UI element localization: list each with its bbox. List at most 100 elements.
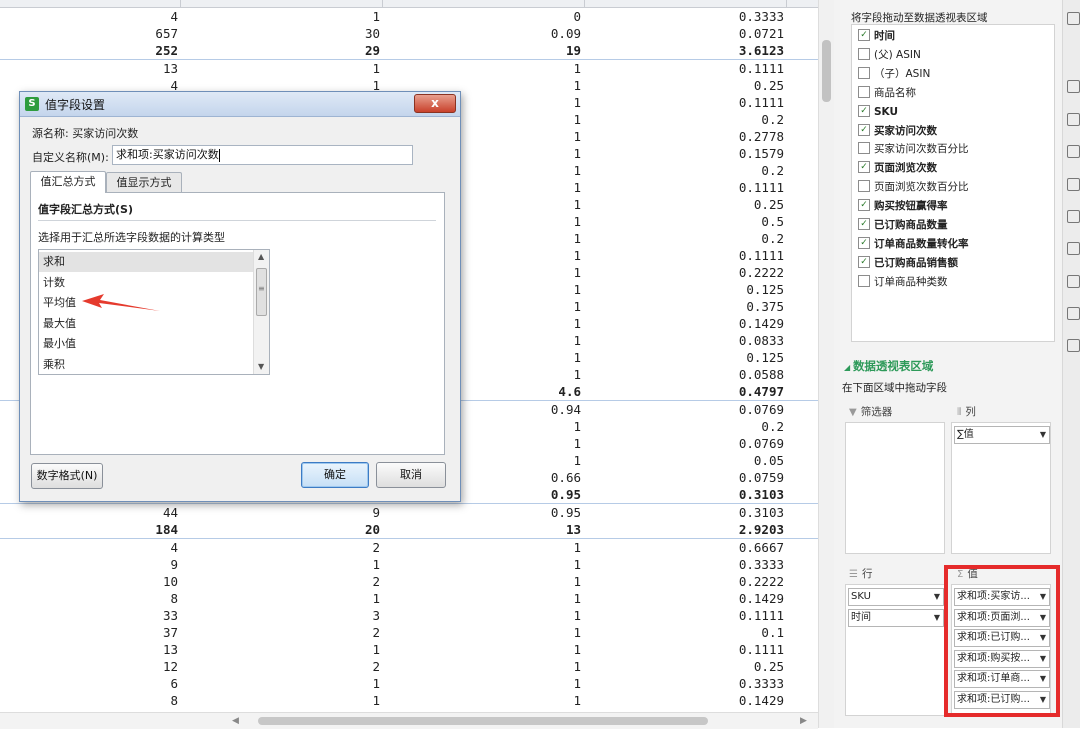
table-cell[interactable]: 0.1111 xyxy=(0,608,784,623)
backup-icon[interactable] xyxy=(1067,307,1080,320)
field-item[interactable]: 订单商品种类数 xyxy=(858,273,948,291)
table-row[interactable]: 252 29 19 3.6123 xyxy=(0,42,818,59)
table-row[interactable]: 8 1 1 0.1429 xyxy=(0,692,818,709)
checkbox-checked-icon[interactable]: ✓ xyxy=(858,104,870,117)
field-item[interactable]: (父) ASIN xyxy=(858,46,921,64)
checkbox-checked-icon[interactable]: ✓ xyxy=(858,236,870,249)
table-cell[interactable]: 0.1111 xyxy=(0,61,784,76)
table-cell[interactable]: 0.0721 xyxy=(0,26,784,41)
pivot-field-icon[interactable] xyxy=(1067,80,1080,93)
table-cell[interactable]: 0.3103 xyxy=(0,505,784,520)
field-item[interactable]: ✓ 购买按钮赢得率 xyxy=(858,197,948,215)
table-cell[interactable]: 0.2222 xyxy=(0,574,784,589)
field-item[interactable]: 商品名称 xyxy=(858,84,916,102)
table-cell[interactable]: 0.25 xyxy=(0,659,784,674)
vertical-scroll-thumb[interactable] xyxy=(822,40,831,102)
checkbox-icon[interactable] xyxy=(858,274,870,287)
list-scrollbar[interactable]: ▲ ≡ ▼ xyxy=(253,250,269,374)
checkbox-icon[interactable] xyxy=(858,47,870,60)
scroll-up-icon[interactable]: ▲ xyxy=(258,252,264,261)
table-cell[interactable]: 0.6667 xyxy=(0,540,784,555)
field-item[interactable]: ✓ 已订购商品销售额 xyxy=(858,254,958,272)
checkbox-icon[interactable] xyxy=(858,66,870,79)
table-row[interactable]: 657 30 0.09 0.0721 xyxy=(0,25,818,42)
table-row[interactable]: 8 1 1 0.1429 xyxy=(0,590,818,607)
checkbox-icon[interactable] xyxy=(858,85,870,98)
table-row[interactable]: 9 1 1 0.3333 xyxy=(0,556,818,573)
dropdown-arrow-icon[interactable]: ▼ xyxy=(934,610,940,626)
edit-icon[interactable] xyxy=(1067,210,1080,223)
format-icon[interactable] xyxy=(1067,113,1080,126)
table-row[interactable]: 37 2 1 0.1 xyxy=(0,624,818,641)
dialog-title-bar[interactable]: S 值字段设置 x xyxy=(20,92,460,117)
list-item[interactable]: 乘积 xyxy=(39,355,255,375)
row-item-sku[interactable]: SKU ▼ xyxy=(848,588,944,606)
column-zone[interactable]: ∑值 ▼ xyxy=(951,422,1051,554)
checkbox-checked-icon[interactable]: ✓ xyxy=(858,255,870,268)
list-item[interactable]: 求和 xyxy=(39,252,255,272)
table-cell[interactable]: 0.3333 xyxy=(0,676,784,691)
table-row[interactable]: 4 1 0 0.3333 xyxy=(0,8,818,25)
table-cell[interactable]: 2.9203 xyxy=(0,522,784,537)
table-cell[interactable]: 0.1111 xyxy=(0,642,784,657)
field-item[interactable]: 页面浏览次数百分比 xyxy=(858,178,969,196)
checkbox-icon[interactable] xyxy=(858,142,870,155)
horizontal-scroll-thumb[interactable] xyxy=(258,717,708,725)
checkbox-icon[interactable] xyxy=(858,180,870,193)
dropdown-arrow-icon[interactable]: ▼ xyxy=(934,589,940,605)
pivot-area-title[interactable]: 数据透视表区域 xyxy=(844,358,934,374)
location-icon[interactable] xyxy=(1067,275,1080,288)
image-icon[interactable] xyxy=(1067,242,1080,255)
window-icon[interactable] xyxy=(1067,178,1080,191)
table-cell[interactable]: 0.1429 xyxy=(0,693,784,708)
list-item[interactable]: 计数 xyxy=(39,273,255,293)
horizontal-scrollbar[interactable]: ◀ ▶ xyxy=(0,712,818,729)
table-cell[interactable]: 0.1429 xyxy=(0,591,784,606)
list-item[interactable]: 最大值 xyxy=(39,314,255,334)
vertical-scrollbar[interactable] xyxy=(818,0,835,728)
table-row[interactable]: 12 2 1 0.25 xyxy=(0,658,818,675)
checkbox-checked-icon[interactable]: ✓ xyxy=(858,218,870,230)
tab-show-values-as[interactable]: 值显示方式 xyxy=(106,172,182,193)
table-row[interactable]: 4 2 1 0.6667 xyxy=(0,538,818,556)
column-item[interactable]: ∑值 ▼ xyxy=(954,426,1050,444)
cancel-button[interactable]: 取消 xyxy=(376,462,446,488)
task-icon[interactable] xyxy=(1067,12,1080,25)
table-cell[interactable]: 0.3333 xyxy=(0,557,784,572)
field-item[interactable]: ✓ 页面浏览次数 xyxy=(858,159,937,177)
field-item[interactable]: ✓ 订单商品数量转化率 xyxy=(858,235,969,253)
row-zone[interactable]: SKU ▼ 时间 ▼ xyxy=(845,584,945,716)
field-item[interactable]: ✓ 买家访问次数 xyxy=(858,122,937,140)
checkbox-checked-icon[interactable]: ✓ xyxy=(858,199,870,212)
number-format-button[interactable]: 数字格式(N) xyxy=(31,463,103,489)
table-row[interactable]: 33 3 1 0.1111 xyxy=(0,607,818,624)
field-item[interactable]: ✓ SKU xyxy=(858,103,898,121)
scroll-right-icon[interactable]: ▶ xyxy=(800,716,807,726)
scroll-left-icon[interactable]: ◀ xyxy=(232,716,239,726)
help-icon[interactable] xyxy=(1067,339,1080,352)
checkbox-checked-icon[interactable]: ✓ xyxy=(858,123,870,136)
table-row[interactable]: 6 1 1 0.3333 xyxy=(0,675,818,692)
calculation-type-list[interactable]: 求和 计数 平均值 最大值 最小值 乘积 ▲ ≡ ▼ xyxy=(38,249,270,375)
checkbox-checked-icon[interactable]: ✓ xyxy=(858,29,870,41)
star-icon[interactable] xyxy=(1067,145,1080,158)
list-item[interactable]: 最小值 xyxy=(39,334,255,354)
tab-summarize-by[interactable]: 值汇总方式 xyxy=(30,171,106,193)
field-item[interactable]: 买家访问次数百分比 xyxy=(858,140,969,158)
close-icon[interactable]: x xyxy=(414,94,456,113)
custom-name-input[interactable]: 求和项:买家访问次数 xyxy=(112,145,413,165)
column-header-strip[interactable] xyxy=(0,0,818,8)
table-row[interactable]: 13 1 1 0.1111 xyxy=(0,59,818,77)
checkbox-checked-icon[interactable]: ✓ xyxy=(858,161,870,174)
scroll-down-icon[interactable]: ▼ xyxy=(258,362,264,371)
row-item-time[interactable]: 时间 ▼ xyxy=(848,609,944,627)
table-row[interactable]: 44 9 0.95 0.3103 xyxy=(0,503,818,521)
filter-zone[interactable] xyxy=(845,422,945,554)
table-cell[interactable]: 0.3333 xyxy=(0,9,784,24)
dropdown-arrow-icon[interactable]: ▼ xyxy=(1040,427,1046,443)
field-item[interactable]: （子）ASIN xyxy=(858,65,930,83)
table-row[interactable]: 10 2 1 0.2222 xyxy=(0,573,818,590)
ok-button[interactable]: 确定 xyxy=(301,462,369,488)
table-row[interactable]: 184 20 13 2.9203 xyxy=(0,521,818,538)
field-item[interactable]: ✓ 已订购商品数量 xyxy=(858,216,948,234)
